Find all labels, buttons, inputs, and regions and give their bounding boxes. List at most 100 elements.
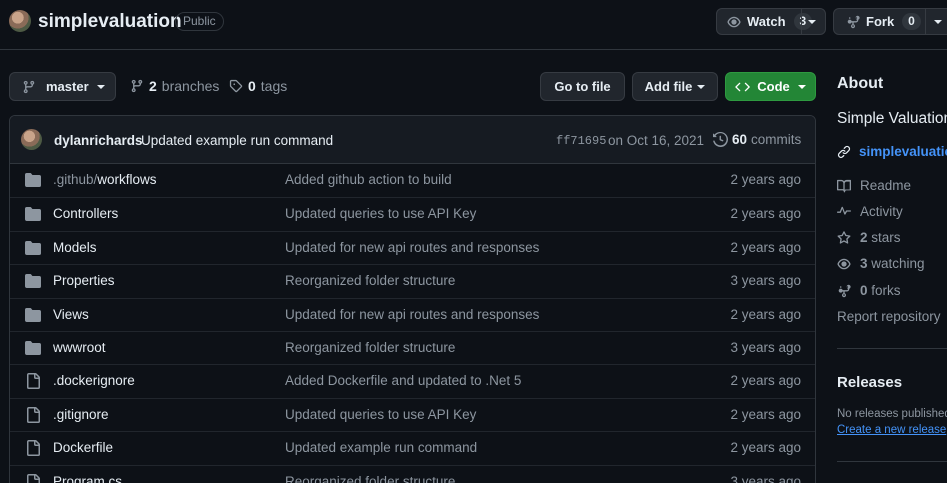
- commit-count: 60: [732, 132, 748, 147]
- code-icon: [735, 82, 751, 91]
- branches-link[interactable]: 2 branches: [130, 78, 219, 94]
- fork-dropdown-caret-icon[interactable]: [934, 20, 942, 24]
- file-name-link[interactable]: Program.cs: [53, 474, 122, 483]
- file-row[interactable]: Properties Reorganized folder structure 3 …: [10, 264, 815, 297]
- link-icon: [837, 145, 851, 158]
- file-icon: [27, 406, 40, 423]
- star-icon: [837, 230, 851, 244]
- file-commit-message[interactable]: Updated queries to use API Key: [285, 206, 476, 221]
- file-row[interactable]: .dockerignore Added Dockerfile and update…: [10, 364, 815, 397]
- readme-link[interactable]: Readme: [837, 178, 911, 193]
- file-icon: [27, 440, 40, 457]
- file-name: .gitignore: [53, 406, 109, 422]
- file-row[interactable]: wwwroot Reorganized folder structure 3 yea…: [10, 331, 815, 364]
- file-browser: dylanrichards Updated example run comman…: [9, 115, 816, 483]
- file-row[interactable]: Dockerfile Updated example run command 2 y…: [10, 431, 815, 464]
- file-age: 2 years ago: [730, 440, 801, 456]
- code-button[interactable]: Code: [725, 72, 816, 101]
- file-commit-message[interactable]: Reorganized folder structure: [285, 273, 455, 288]
- git-branch-icon: [131, 79, 143, 93]
- file-name-link[interactable]: Models: [53, 240, 97, 255]
- file-commit-message[interactable]: Updated for new api routes and responses: [285, 307, 539, 322]
- file-row[interactable]: .github/workflows Added github action to …: [10, 164, 815, 197]
- activity-label: Activity: [860, 204, 903, 219]
- commit-author-avatar[interactable]: [21, 129, 42, 150]
- commit-sha[interactable]: ff71695: [556, 134, 606, 148]
- commit-message[interactable]: Updated example run command: [141, 133, 333, 148]
- create-release-link[interactable]: Create a new release: [837, 424, 946, 436]
- stars-link[interactable]: 2 stars: [837, 230, 901, 245]
- commits-history-link[interactable]: 60 commits: [713, 132, 801, 147]
- commit-count-label: commits: [751, 132, 802, 147]
- file-icon: [27, 373, 40, 390]
- file-row[interactable]: Program.cs Reorganized folder structure 3 …: [10, 464, 815, 483]
- file-name: wwwroot: [53, 340, 106, 355]
- add-file-button[interactable]: Add file: [632, 72, 718, 101]
- forks-label: forks: [871, 283, 901, 298]
- file-name: workflows: [97, 172, 157, 187]
- file-commit-message[interactable]: Updated example run command: [285, 440, 477, 455]
- about-heading: About: [837, 75, 884, 92]
- no-releases-text: No releases published: [837, 408, 947, 420]
- commit-author[interactable]: dylanrichards: [54, 133, 143, 148]
- homepage-link[interactable]: simplevaluatio: [837, 144, 947, 159]
- file-age: 3 years ago: [730, 340, 801, 355]
- code-caret-icon: [797, 84, 806, 89]
- latest-commit-bar: dylanrichards Updated example run comman…: [10, 116, 815, 164]
- fork-button[interactable]: Fork 0: [833, 8, 947, 35]
- git-branch-icon: [23, 80, 35, 93]
- watching-count: 3: [860, 256, 868, 271]
- file-row[interactable]: Controllers Updated queries to use API Ke…: [10, 197, 815, 230]
- file-commit-message[interactable]: Updated queries to use API Key: [285, 407, 476, 422]
- file-name: Models: [53, 239, 97, 255]
- file-name-link[interactable]: Controllers: [53, 206, 118, 221]
- file-name-link[interactable]: Properties: [53, 273, 115, 288]
- file-name-link[interactable]: .dockerignore: [53, 373, 135, 388]
- watch-label: Watch: [747, 14, 786, 29]
- file-name-link[interactable]: wwwroot: [53, 340, 106, 355]
- file-commit-message[interactable]: Updated for new api routes and responses: [285, 240, 539, 255]
- repo-name-link[interactable]: simplevaluation: [38, 11, 182, 33]
- folder-icon: [25, 173, 41, 187]
- file-row[interactable]: Models Updated for new api routes and res…: [10, 230, 815, 264]
- go-to-file-button[interactable]: Go to file: [540, 72, 625, 101]
- watch-dropdown-caret-icon[interactable]: [808, 20, 816, 24]
- file-row[interactable]: .gitignore Updated queries to use API Key…: [10, 397, 815, 431]
- file-name-link[interactable]: .gitignore: [53, 407, 109, 422]
- sidebar-divider: [837, 348, 947, 349]
- tags-link[interactable]: 0 tags: [229, 78, 287, 94]
- repo-forked-icon: [847, 15, 860, 28]
- file-name-link[interactable]: Views: [53, 307, 89, 322]
- branch-selector[interactable]: master: [9, 72, 116, 101]
- file-commit-message[interactable]: Added Dockerfile and updated to .Net 5: [285, 373, 521, 388]
- forks-count: 0: [860, 283, 868, 298]
- code-label: Code: [757, 79, 790, 94]
- watch-button[interactable]: Watch 3: [716, 8, 826, 35]
- file-name-link[interactable]: .github/workflows: [53, 172, 157, 187]
- file-age: 2 years ago: [730, 373, 801, 389]
- watchers-link[interactable]: 3 watching: [837, 256, 925, 271]
- file-row[interactable]: Views Updated for new api routes and resp…: [10, 297, 815, 331]
- fork-label: Fork: [866, 14, 895, 29]
- file-commit-message[interactable]: Added github action to build: [285, 172, 452, 187]
- branches-count: 2: [149, 78, 157, 94]
- book-icon: [837, 179, 851, 192]
- visibility-badge: Public: [175, 12, 224, 31]
- file-name: Dockerfile: [53, 440, 114, 456]
- owner-avatar[interactable]: [9, 10, 31, 32]
- file-commit-message[interactable]: Reorganized folder structure: [285, 474, 455, 483]
- file-commit-message[interactable]: Reorganized folder structure: [285, 340, 455, 355]
- repo-forked-icon: [838, 284, 851, 297]
- file-name: Program.cs: [53, 473, 123, 483]
- fork-count: 0: [902, 13, 921, 30]
- file-name-link[interactable]: Dockerfile: [53, 440, 113, 455]
- branches-label: branches: [161, 78, 220, 94]
- file-age: 3 years ago: [730, 273, 801, 289]
- forks-link[interactable]: 0 forks: [837, 283, 901, 298]
- folder-icon: [25, 207, 41, 222]
- report-repository-link[interactable]: Report repository: [837, 309, 941, 324]
- stars-label: stars: [871, 230, 901, 245]
- releases-heading[interactable]: Releases: [837, 374, 902, 391]
- folder-icon: [25, 240, 41, 255]
- activity-link[interactable]: Activity: [837, 204, 903, 219]
